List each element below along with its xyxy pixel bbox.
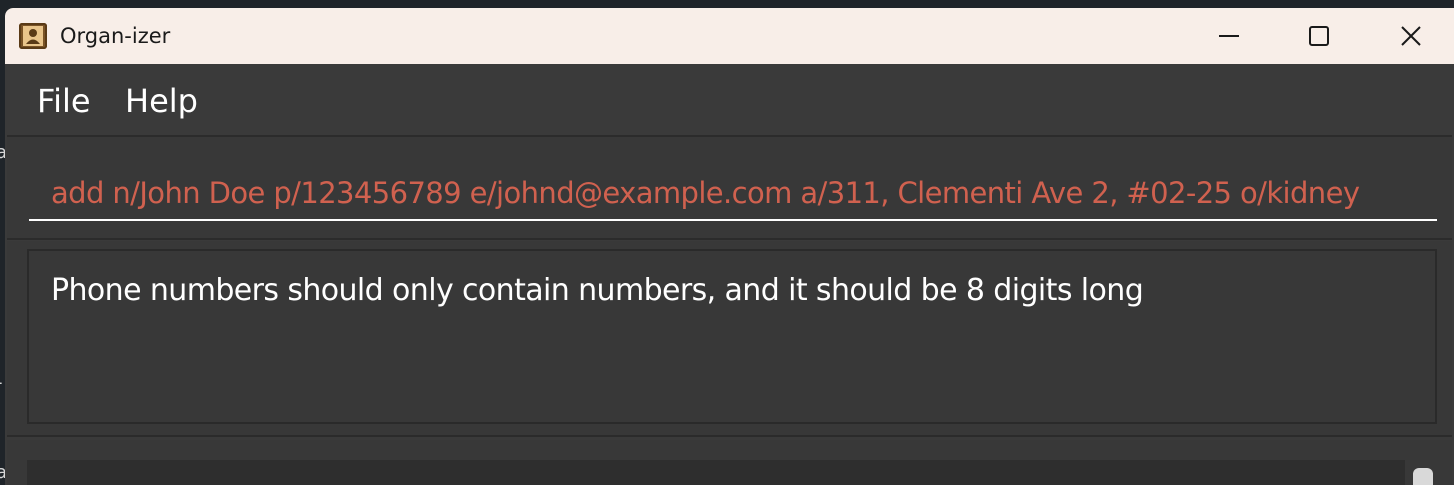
title-bar[interactable]: Organ-izer [5,8,1454,64]
menu-help[interactable]: Help [125,81,198,121]
minimize-button[interactable] [1183,8,1275,64]
background-glyph: i [0,258,1,279]
person-list-panel [7,440,1452,485]
menu-bar: File Help [5,64,1454,134]
menu-file[interactable]: File [37,81,91,121]
maximize-icon [1309,26,1329,46]
person-card-partial [57,472,277,485]
app-window: Organ-izer File Help add n/John Doe p/12… [5,8,1454,485]
maximize-button[interactable] [1275,8,1367,64]
list-scrollbar[interactable] [1413,468,1433,485]
contact-book-icon [19,23,47,49]
close-button[interactable] [1365,8,1454,64]
minimize-icon [1219,35,1239,37]
command-box-panel: add n/John Doe p/123456789 e/johnd@examp… [7,135,1452,240]
result-display-panel: Phone numbers should only contain number… [7,241,1452,437]
command-input[interactable]: add n/John Doe p/123456789 e/johnd@examp… [29,165,1437,221]
window-title: Organ-izer [60,24,171,48]
result-display-box: Phone numbers should only contain number… [27,249,1437,424]
close-icon [1401,26,1421,46]
person-list[interactable] [27,460,1405,485]
background-glyph: - [0,372,3,393]
result-message: Phone numbers should only contain number… [51,273,1144,308]
